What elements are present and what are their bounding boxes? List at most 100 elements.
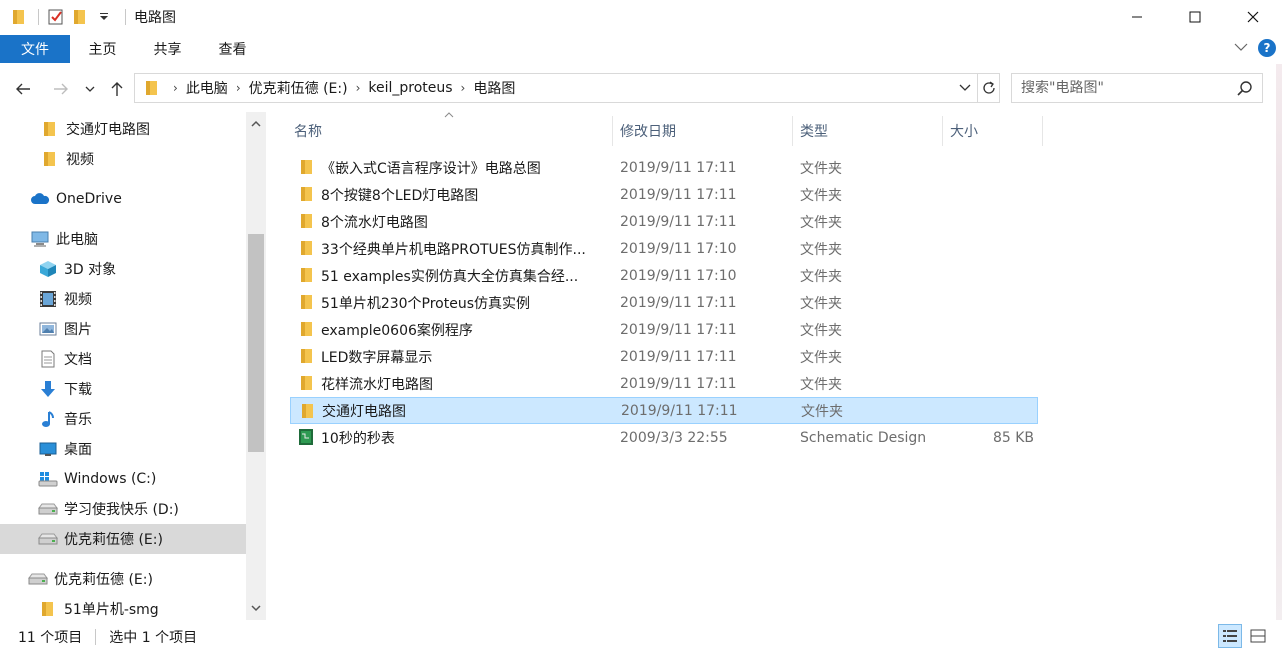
- nav-item-traffic-light-folder[interactable]: 交通灯电路图: [0, 114, 246, 144]
- nav-item-drive-e[interactable]: 优克莉伍德 (E:): [0, 524, 246, 554]
- column-header-size[interactable]: 大小: [942, 116, 1042, 146]
- file-row[interactable]: 《嵌入式C语言程序设计》电路总图 2019/9/11 17:11 文件夹: [290, 154, 1038, 181]
- nav-item-drive-e-root[interactable]: 优克莉伍德 (E:): [0, 564, 246, 594]
- nav-item-drive-c[interactable]: Windows (C:): [0, 464, 246, 494]
- file-date: 2019/9/11 17:11: [620, 186, 737, 203]
- nav-item-this-pc[interactable]: 此电脑: [0, 224, 246, 254]
- cloud-icon: [30, 189, 50, 209]
- nav-item-51-smg-folder[interactable]: 51单片机-smg: [0, 594, 246, 620]
- up-button[interactable]: [104, 76, 130, 102]
- nav-item-pictures[interactable]: 图片: [0, 314, 246, 344]
- file-name: 交通灯电路图: [322, 403, 406, 420]
- maximize-icon: [1189, 11, 1201, 23]
- file-name: 花样流水灯电路图: [321, 376, 433, 393]
- search-box[interactable]: [1011, 73, 1263, 103]
- drive-icon: [38, 529, 58, 549]
- search-icon[interactable]: [1236, 80, 1254, 98]
- details-view-button[interactable]: [1218, 624, 1242, 648]
- file-row[interactable]: example0606案例程序 2019/9/11 17:11 文件夹: [290, 316, 1038, 343]
- nav-item-documents[interactable]: 文档: [0, 344, 246, 374]
- file-row[interactable]: 51 examples实例仿真大全仿真集合经... 2019/9/11 17:10…: [290, 262, 1038, 289]
- tab-share[interactable]: 共享: [135, 34, 200, 64]
- nav-item-3d-objects[interactable]: 3D 对象: [0, 254, 246, 284]
- column-header-date[interactable]: 修改日期: [612, 116, 792, 146]
- file-row[interactable]: 8个按键8个LED灯电路图 2019/9/11 17:11 文件夹: [290, 181, 1038, 208]
- file-row[interactable]: 花样流水灯电路图 2019/9/11 17:11 文件夹: [290, 370, 1038, 397]
- customize-dropdown-icon[interactable]: [93, 6, 115, 28]
- music-icon: [38, 409, 58, 429]
- document-icon: [38, 349, 58, 369]
- download-icon: [38, 379, 58, 399]
- window-controls: [1108, 0, 1282, 34]
- chevron-right-icon[interactable]: ›: [236, 81, 241, 95]
- search-input[interactable]: [1021, 80, 1231, 96]
- properties-icon[interactable]: [45, 6, 67, 28]
- schematic-file-icon: [299, 429, 313, 445]
- item-count: 11 个项目: [18, 629, 83, 646]
- tab-home[interactable]: 主页: [70, 34, 135, 64]
- large-icons-view-button[interactable]: [1246, 624, 1270, 648]
- refresh-button[interactable]: [978, 73, 1000, 103]
- minimize-button[interactable]: [1108, 0, 1166, 34]
- ribbon-right-controls: ?: [1234, 39, 1276, 57]
- nav-item-music[interactable]: 音乐: [0, 404, 246, 434]
- chevron-down-icon: [251, 605, 261, 612]
- file-row[interactable]: 10秒的秒表 2009/3/3 22:55 Schematic Design 85 K…: [290, 424, 1038, 451]
- file-name: 51 examples实例仿真大全仿真集合经...: [321, 268, 579, 285]
- tab-view[interactable]: 查看: [200, 34, 265, 64]
- nav-item-label: 桌面: [64, 442, 92, 458]
- new-folder-icon[interactable]: [69, 6, 91, 28]
- address-bar[interactable]: › 此电脑 › 优克莉伍德 (E:) › keil_proteus › 电路图: [134, 73, 978, 103]
- ribbon-tabs: 文件 主页 共享 查看 ?: [0, 34, 1282, 64]
- nav-item-onedrive[interactable]: OneDrive: [0, 184, 246, 214]
- file-row[interactable]: 33个经典单片机电路PROTUES仿真制作... 2019/9/11 17:10 文…: [290, 235, 1038, 262]
- nav-item-downloads[interactable]: 下载: [0, 374, 246, 404]
- forward-button[interactable]: [48, 76, 74, 102]
- maximize-button[interactable]: [1166, 0, 1224, 34]
- nav-item-videos[interactable]: 视频: [0, 284, 246, 314]
- file-row[interactable]: LED数字屏幕显示 2019/9/11 17:11 文件夹: [290, 343, 1038, 370]
- breadcrumb-current-folder[interactable]: 电路图: [473, 78, 515, 98]
- status-bar: 11 个项目 选中 1 个项目: [0, 620, 1282, 653]
- breadcrumb-this-pc[interactable]: 此电脑: [186, 78, 228, 98]
- help-button[interactable]: ?: [1258, 39, 1276, 57]
- chevron-right-icon[interactable]: ›: [461, 81, 466, 95]
- column-header-name[interactable]: 名称: [286, 116, 612, 146]
- chevron-right-icon[interactable]: ›: [173, 81, 178, 95]
- chevron-right-icon[interactable]: ›: [356, 81, 361, 95]
- file-row[interactable]: 8个流水灯电路图 2019/9/11 17:11 文件夹: [290, 208, 1038, 235]
- column-divider[interactable]: [1042, 116, 1043, 146]
- file-type: 文件夹: [801, 403, 843, 420]
- file-type: 文件夹: [800, 295, 842, 312]
- drive-icon: [28, 569, 48, 589]
- nav-item-label: 优克莉伍德 (E:): [54, 572, 153, 588]
- expand-ribbon-button[interactable]: [1234, 40, 1248, 56]
- file-date: 2019/9/11 17:10: [620, 240, 737, 257]
- breadcrumb-keil-proteus[interactable]: keil_proteus: [368, 80, 452, 96]
- folder-icon[interactable]: [8, 6, 30, 28]
- address-history-dropdown[interactable]: [955, 74, 975, 102]
- file-date: 2019/9/11 17:10: [620, 267, 737, 284]
- file-row-selected[interactable]: 交通灯电路图 2019/9/11 17:11 文件夹: [290, 397, 1038, 424]
- file-date: 2009/3/3 22:55: [620, 429, 728, 446]
- folder-icon: [301, 268, 312, 282]
- file-type: 文件夹: [800, 241, 842, 258]
- file-list: 名称 修改日期 类型 大小 《嵌入式C语言程序设计》电路总图 2019/9/11 …: [270, 112, 1282, 620]
- nav-item-videos-folder[interactable]: 视频: [0, 144, 246, 174]
- nav-pane-scrollbar[interactable]: [246, 112, 266, 620]
- recent-locations-button[interactable]: [80, 76, 100, 102]
- close-button[interactable]: [1224, 0, 1282, 34]
- nav-item-drive-d[interactable]: 学习使我快乐 (D:): [0, 494, 246, 524]
- back-button[interactable]: [10, 76, 36, 102]
- scroll-down-button[interactable]: [246, 598, 266, 618]
- file-row[interactable]: 51单片机230个Proteus仿真实例 2019/9/11 17:11 文件夹: [290, 289, 1038, 316]
- folder-icon: [301, 160, 312, 174]
- nav-item-label: 文档: [64, 352, 92, 368]
- nav-item-desktop[interactable]: 桌面: [0, 434, 246, 464]
- tab-file[interactable]: 文件: [0, 35, 70, 63]
- scroll-up-button[interactable]: [246, 114, 266, 134]
- breadcrumb-drive-e[interactable]: 优克莉伍德 (E:): [249, 78, 348, 98]
- file-name: LED数字屏幕显示: [321, 349, 433, 366]
- scrollbar-thumb[interactable]: [248, 234, 264, 452]
- column-header-type[interactable]: 类型: [792, 116, 942, 146]
